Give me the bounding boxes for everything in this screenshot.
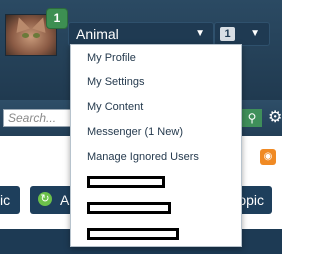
user-menu-button[interactable]: Animal ▼	[68, 22, 214, 46]
message-count-badge: 1	[220, 27, 235, 41]
redacted-menu-item[interactable]	[87, 228, 179, 240]
button-label: ic	[0, 192, 11, 208]
avatar-eye-left	[22, 33, 29, 38]
refresh-icon: ↻	[38, 192, 52, 206]
menu-item-my-profile[interactable]: My Profile	[87, 52, 136, 64]
refresh-button[interactable]: ↻ A	[30, 186, 74, 214]
redacted-menu-item[interactable]	[87, 202, 171, 214]
menu-item-messenger[interactable]: Messenger (1 New)	[87, 126, 183, 138]
redacted-menu-item[interactable]	[87, 176, 165, 188]
avatar-eye-right	[33, 33, 40, 38]
menu-item-my-content[interactable]: My Content	[87, 101, 143, 113]
menu-item-my-settings[interactable]: My Settings	[87, 76, 144, 88]
notification-badge[interactable]: 1	[46, 8, 68, 29]
chevron-down-icon: ▼	[195, 28, 205, 39]
search-button[interactable]: ⚲	[242, 109, 262, 127]
topic-button-left[interactable]: ic	[0, 186, 20, 214]
messages-menu-button[interactable]: 1 ▼	[214, 22, 270, 46]
button-label: opic	[238, 192, 264, 208]
menu-item-manage-ignored-users[interactable]: Manage Ignored Users	[87, 151, 199, 163]
chevron-down-icon: ▼	[250, 28, 260, 39]
username-label: Animal	[76, 26, 119, 42]
user-dropdown-menu: My Profile My Settings My Content Messen…	[70, 44, 242, 247]
rss-icon[interactable]: ◉	[260, 149, 276, 165]
avatar-ear-left	[12, 15, 30, 33]
gear-icon[interactable]: ⚙	[268, 107, 282, 127]
button-label: A	[60, 192, 70, 208]
search-icon: ⚲	[247, 111, 257, 125]
